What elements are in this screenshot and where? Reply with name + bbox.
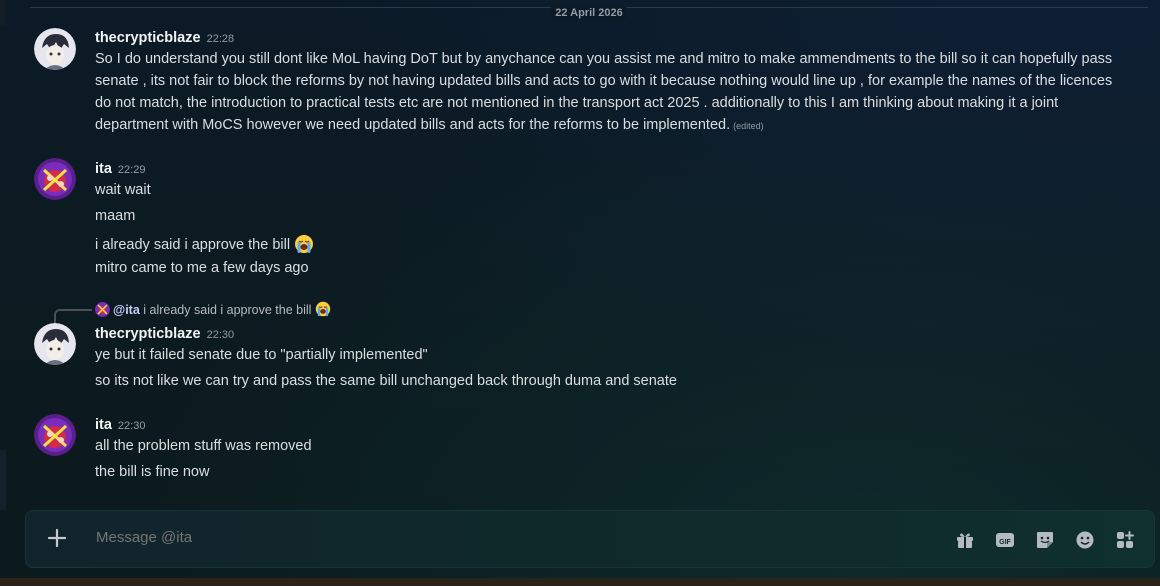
author-name[interactable]: ita	[95, 161, 112, 177]
message-header: thecrypticblaze 22:28	[95, 29, 234, 47]
timestamp[interactable]: 22:30	[207, 329, 235, 341]
edited-label: (edited)	[733, 121, 764, 131]
message-line-with-emoji: i already said i approve the bill	[95, 234, 314, 254]
message-line: so its not like we can try and pass the …	[95, 373, 677, 389]
avatar-ita[interactable]	[34, 158, 76, 200]
message-line: maam	[95, 208, 136, 224]
author-name[interactable]: thecrypticblaze	[95, 30, 201, 46]
emoji-icon[interactable]	[1074, 529, 1096, 551]
avatar-thecrypticblaze[interactable]	[34, 28, 76, 70]
author-name[interactable]: thecrypticblaze	[95, 326, 201, 342]
message-text: So I do understand you still dont like M…	[95, 48, 1115, 137]
message-line: the bill is fine now	[95, 464, 210, 480]
timestamp[interactable]: 22:29	[118, 164, 146, 176]
gif-icon[interactable]: GIF	[994, 529, 1016, 551]
loudly-crying-emoji-icon	[315, 301, 331, 317]
reply-avatar-icon	[95, 302, 110, 317]
message-line-text: i already said i approve the bill	[95, 237, 291, 253]
message-composer: GIF	[25, 510, 1155, 568]
message-line: wait wait	[95, 182, 151, 198]
timestamp[interactable]: 22:28	[207, 33, 235, 45]
reply-preview[interactable]: @ita i already said i approve the bill	[95, 301, 331, 317]
message-input[interactable]	[94, 528, 798, 547]
message-header: thecrypticblaze 22:30	[95, 325, 234, 343]
left-edge-lower	[0, 450, 6, 510]
message-body: So I do understand you still dont like M…	[95, 51, 1113, 133]
svg-text:GIF: GIF	[999, 539, 1011, 546]
message-line: mitro came to me a few days ago	[95, 260, 309, 276]
reply-text: i already said i approve the bill	[143, 303, 312, 317]
sticker-icon[interactable]	[1034, 529, 1056, 551]
date-divider: 22 April 2026	[30, 7, 1148, 19]
plus-icon[interactable]	[44, 525, 70, 551]
avatar-ita[interactable]	[34, 414, 76, 456]
gift-icon[interactable]	[954, 529, 976, 551]
taskbar-edge	[0, 578, 1160, 586]
date-divider-label: 22 April 2026	[551, 7, 627, 19]
left-edge	[0, 0, 6, 25]
message-header: ita 22:30	[95, 416, 145, 434]
message-header: ita 22:29	[95, 160, 145, 178]
loudly-crying-emoji-icon[interactable]	[294, 234, 314, 254]
message-line: ye but it failed senate due to "partiall…	[95, 347, 428, 363]
author-name[interactable]: ita	[95, 417, 112, 433]
timestamp[interactable]: 22:30	[118, 420, 146, 432]
message-line: all the problem stuff was removed	[95, 438, 312, 454]
reply-connector	[54, 309, 92, 324]
apps-icon[interactable]	[1114, 529, 1136, 551]
avatar-thecrypticblaze[interactable]	[34, 323, 76, 365]
reply-mention[interactable]: @ita	[113, 303, 140, 317]
